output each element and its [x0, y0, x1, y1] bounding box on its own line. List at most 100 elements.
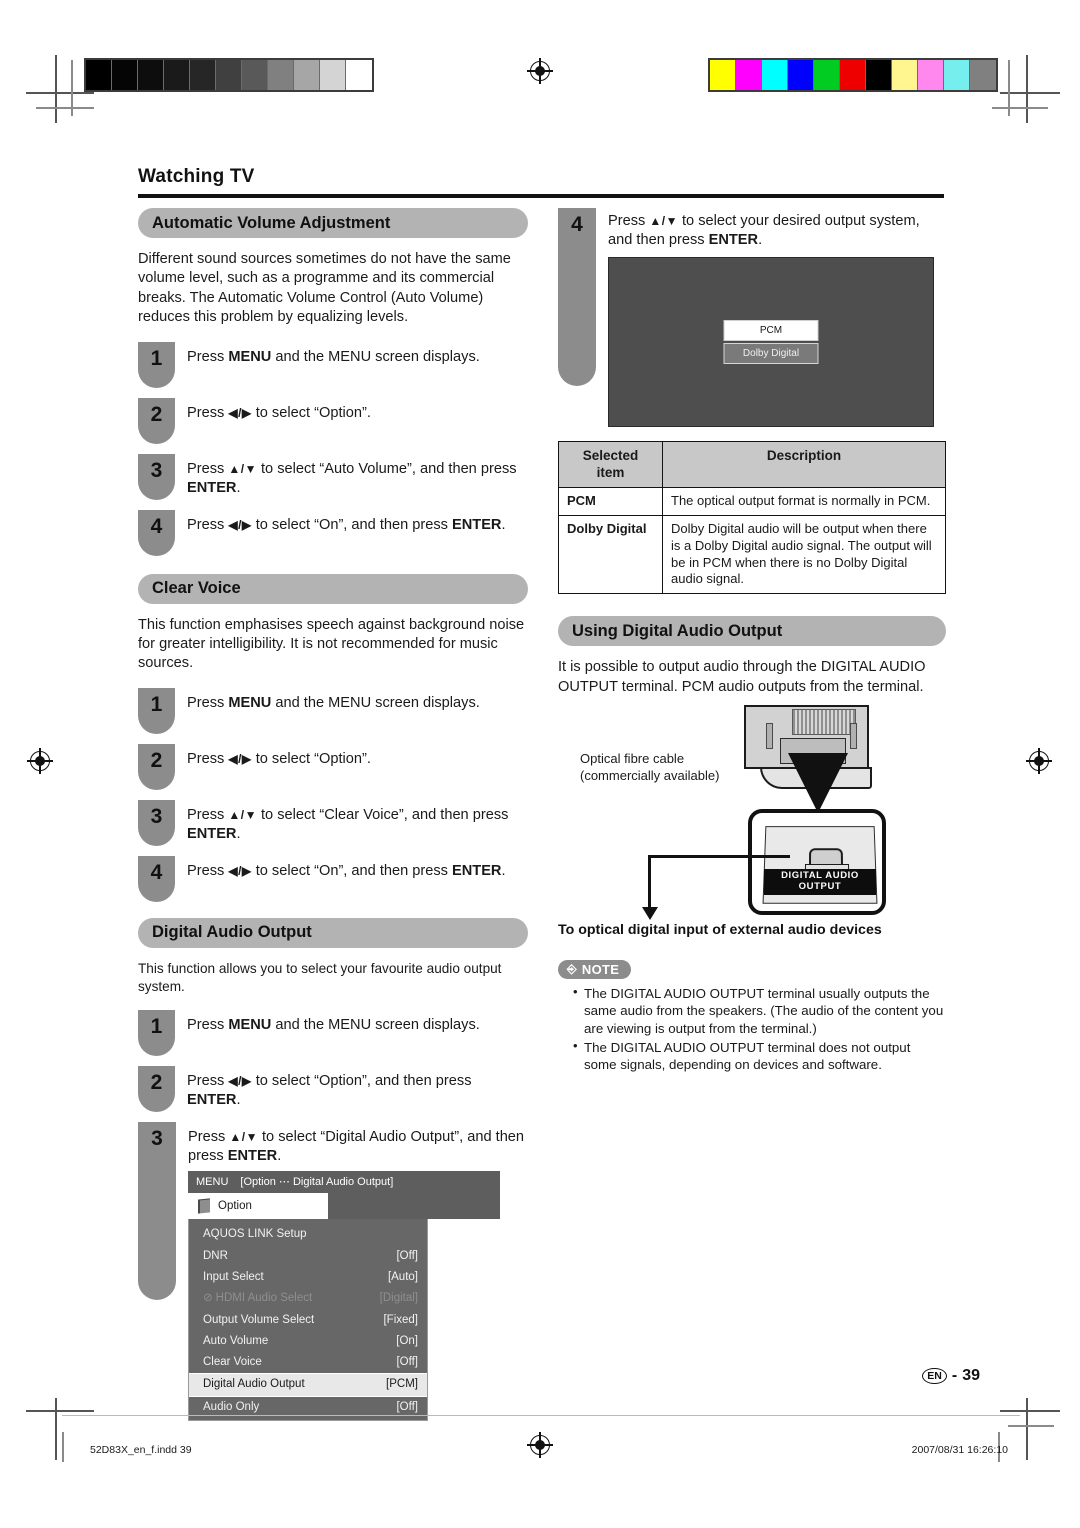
key-label: ENTER [187, 480, 237, 497]
step-number-badge: 3 [138, 1122, 176, 1300]
osd-row-label: Input Select [203, 1271, 264, 1283]
title-rule [138, 194, 944, 198]
step-item: 2 Press ◀/▶ to select “Option”. [138, 397, 528, 444]
section3-intro: This function allows you to select your … [138, 960, 502, 994]
step-item: 4 Press ◀/▶ to select “On”, and then pre… [138, 509, 528, 556]
section-header-digital-audio-output: Digital Audio Output [138, 917, 528, 948]
osd-row-value: [PCM] [386, 1378, 418, 1391]
osd-menu-list: AQUOS LINK Setup DNR [Off] Input Select [Aut… [188, 1219, 428, 1421]
osd-menu-row[interactable]: Digital Audio Output [PCM] [189, 1373, 427, 1397]
osd-titlebar: MENU [Option ⋯ Digital Audio Output] [188, 1170, 500, 1194]
osd-option-pcm[interactable]: PCM [723, 319, 819, 342]
note-item: The DIGITAL AUDIO OUTPUT terminal usuall… [573, 984, 946, 1037]
step-text-after: to select “Option”, and then press [251, 1073, 472, 1089]
section-title-text: Using Digital Audio Output [572, 621, 783, 640]
section2-intro: This function emphasises speech against … [138, 616, 525, 672]
osd-menu-row[interactable]: Output Volume Select [Fixed] [189, 1310, 427, 1331]
osd-tab-filler [328, 1193, 500, 1220]
osd-menu-row[interactable]: ⊘ HDMI Audio Select [Digital] [189, 1288, 427, 1309]
step-text: Press ▲/▼ to select “Digital Audio Outpu… [188, 1122, 528, 1421]
osd-tab-row: Option [188, 1193, 500, 1220]
optical-cable-caption: Optical fibre cable (commercially availa… [580, 751, 719, 784]
left-right-arrow-icon: ◀/▶ [228, 751, 252, 766]
osd-row-label: ⊘ HDMI Audio Select [203, 1292, 313, 1305]
locale-badge: EN [922, 1368, 947, 1384]
table-header-row: Selected item Description [558, 440, 946, 488]
step-text-before: Press [187, 404, 229, 421]
using-section-intro: It is possible to output audio through t… [558, 659, 926, 695]
step-text-after: to select “Auto Volume”, and then press [256, 460, 517, 477]
osd-row-label: Output Volume Select [203, 1313, 315, 1326]
osd-tab-option[interactable]: Option [188, 1193, 328, 1220]
osd-option-dolby-digital[interactable]: Dolby Digital [723, 342, 819, 365]
osd-row-value: [Off] [396, 1356, 418, 1369]
page-number-value: 39 [962, 1367, 980, 1384]
step-text-after: to select “On”, and then press [251, 516, 453, 533]
step-text: Press ◀/▶ to select “On”, and then press… [187, 510, 506, 535]
step-text-after: to select “Clear Voice”, and then press [256, 806, 509, 823]
osd-row-value: [Auto] [387, 1271, 418, 1283]
osd-row-label: Digital Audio Output [203, 1378, 305, 1391]
tv-vent-grille [792, 709, 856, 736]
step-item: 4 Press ▲/▼ to select your desired outpu… [558, 208, 946, 427]
step-text: Press ◀/▶ to select “Option”. [187, 744, 371, 769]
table-row: Dolby Digital Dolby Digital audio will be… [558, 514, 946, 595]
table-cell-description: The optical output format is normally in… [662, 486, 946, 516]
osd-menu-row[interactable]: DNR [Off] [189, 1246, 427, 1267]
up-down-arrow-icon: ▲/▼ [228, 461, 257, 476]
footer-tick-left [62, 1432, 64, 1462]
step-text-tail: . [236, 1092, 241, 1109]
step-text-before: Press [187, 460, 229, 477]
terminal-label-line-2: OUTPUT [798, 880, 842, 892]
step-text-before: Press [187, 750, 229, 767]
step-text-after: and the MENU screen displays. [271, 348, 480, 365]
osd-menu-row[interactable]: Clear Voice [Off] [189, 1352, 427, 1373]
step-item: 3 Press ▲/▼ to select “Digital Audio Out… [138, 1122, 528, 1421]
section1-intro: Different sound sources sometimes do not… [138, 251, 511, 326]
step-text-after: to select “Option”. [251, 750, 371, 767]
osd-row-value: [Fixed] [383, 1313, 418, 1326]
table-cell-description: Dolby Digital audio will be output when … [662, 514, 946, 595]
step-text: Press MENU and the MENU screen displays. [187, 688, 480, 713]
section-header-using-digital-audio-output: Using Digital Audio Output [558, 616, 946, 647]
illustration-footer-caption: To optical digital input of external aud… [558, 922, 882, 939]
left-right-arrow-icon: ◀/▶ [228, 1074, 252, 1088]
section-title-text: Digital Audio Output [152, 923, 312, 942]
osd-breadcrumb: [Option ⋯ Digital Audio Output] [240, 1175, 394, 1188]
caption-line-2: (commercially available) [580, 767, 720, 783]
cable-lead-vertical [648, 855, 651, 912]
osd-menu-screenshot: MENU [Option ⋯ Digital Audio Output] Opt… [188, 1170, 500, 1421]
step-number-badge: 1 [138, 1010, 175, 1056]
step-number-badge: 4 [138, 509, 175, 556]
pen-icon: ⎆ [567, 962, 577, 977]
up-down-arrow-icon: ▲/▼ [228, 807, 257, 822]
key-label: ENTER [187, 1092, 237, 1109]
step-text: Press ▲/▼ to select “Auto Volume”, and t… [187, 454, 528, 499]
step-text-before: Press [187, 694, 229, 711]
step-item: 2 Press ◀/▶ to select “Option”, and then… [138, 1066, 528, 1112]
key-label: MENU [228, 694, 272, 711]
step-text-before: Press [187, 862, 229, 879]
table-cell-item: PCM [558, 486, 663, 516]
step-text-tail: . [236, 826, 241, 843]
osd-menu-label: MENU [196, 1175, 229, 1188]
step-text: Press ▲/▼ to select “Clear Voice”, and t… [187, 800, 528, 845]
step-text-after: and the MENU screen displays. [271, 1017, 480, 1033]
step-item: 3 Press ▲/▼ to select “Auto Volume”, and… [138, 453, 528, 500]
step-text: Press ◀/▶ to select “Option”, and then p… [187, 1066, 528, 1111]
callout-wedge [788, 753, 848, 814]
osd-row-label: Audio Only [203, 1400, 260, 1413]
osd-menu-row[interactable]: Auto Volume [On] [189, 1331, 427, 1352]
osd-row-value: [Off] [396, 1400, 418, 1413]
step-text-before: Press [187, 806, 229, 823]
key-label: ENTER [452, 516, 502, 533]
footer-timestamp: 2007/08/31 16:26:10 [911, 1444, 1008, 1456]
step-text-tail: . [236, 480, 241, 497]
key-label: ENTER [708, 232, 759, 249]
osd-menu-row[interactable]: Input Select [Auto] [189, 1267, 427, 1288]
step-number-badge: 1 [138, 341, 175, 388]
step-item: 1 Press MENU and the MENU screen display… [138, 341, 528, 388]
section-title-text: Clear Voice [152, 579, 241, 598]
osd-menu-row[interactable]: AQUOS LINK Setup [189, 1224, 427, 1245]
step-item: 4 Press ◀/▶ to select “On”, and then pre… [138, 855, 528, 902]
